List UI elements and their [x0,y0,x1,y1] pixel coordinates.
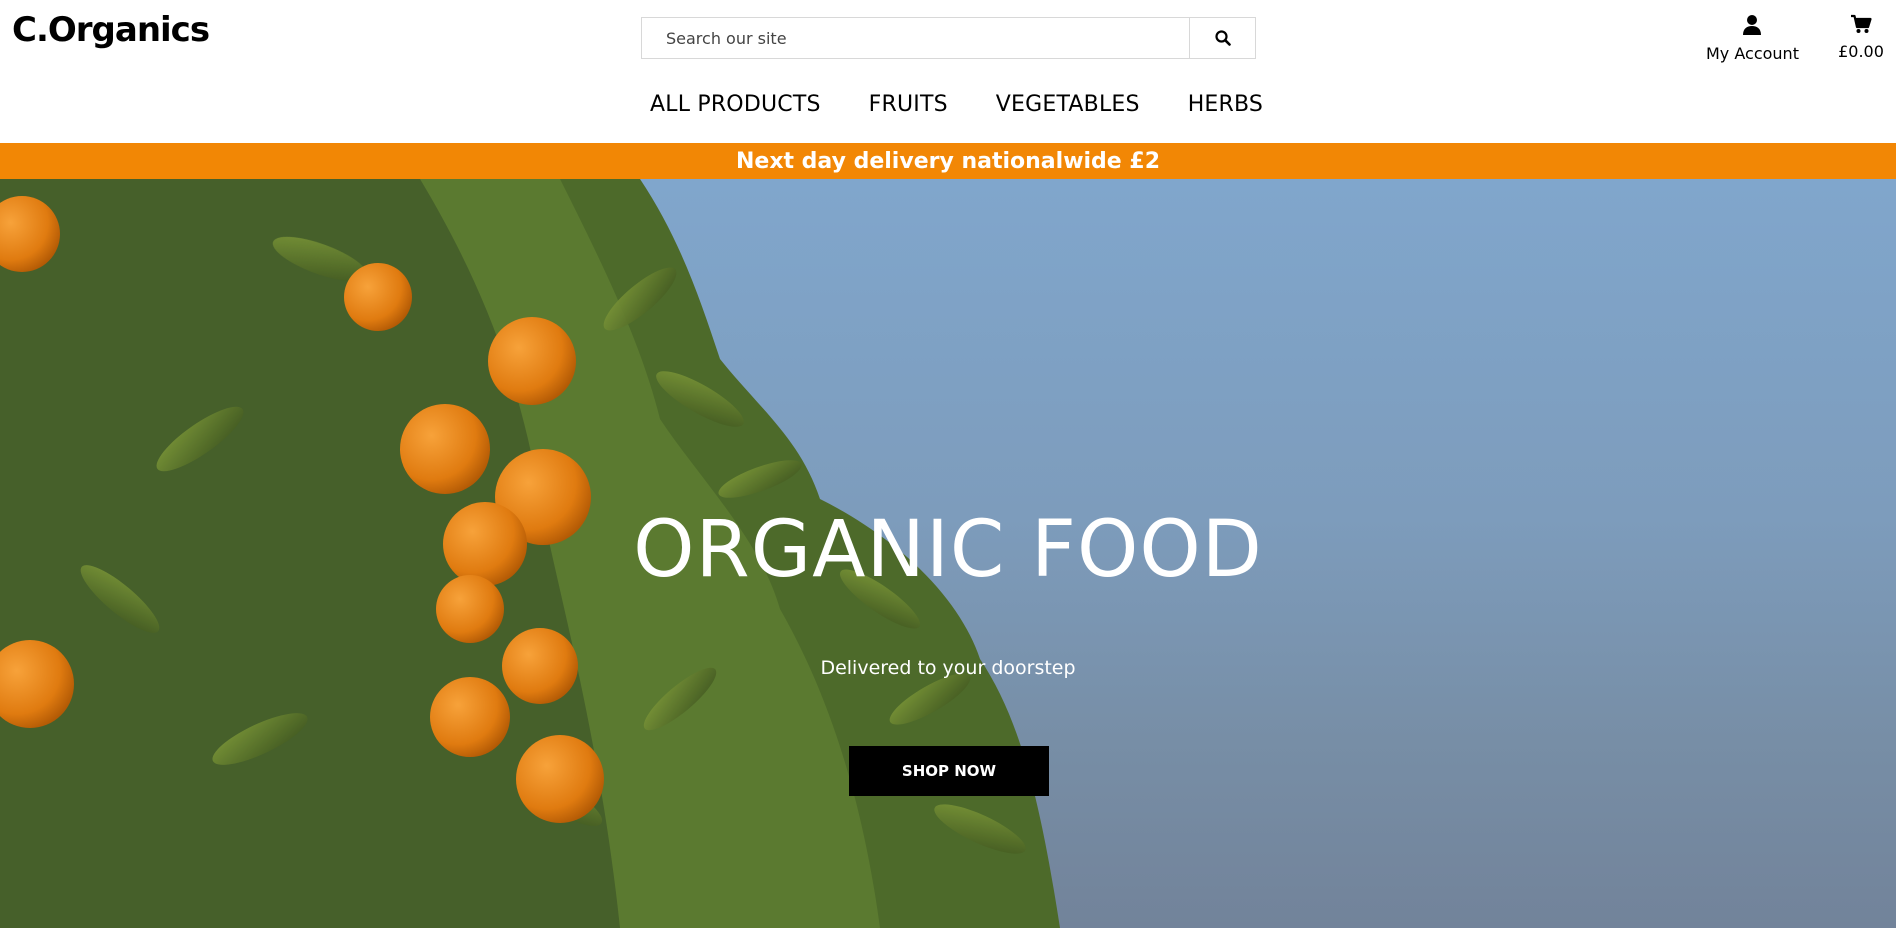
cart-link[interactable]: £0.00 [1834,14,1888,61]
my-account-link[interactable]: My Account [1706,14,1799,63]
site-header: C.Organics My Account £0.00 ALL PRODUCTS… [0,0,1896,143]
cart-total: £0.00 [1838,42,1884,61]
search-bar [641,17,1256,59]
user-icon [1743,15,1761,35]
search-input[interactable] [642,18,1189,58]
main-nav: ALL PRODUCTS FRUITS VEGETABLES HERBS [650,92,1263,117]
hero-section: ORGANIC FOOD Delivered to your doorstep … [0,179,1896,928]
hero-title: ORGANIC FOOD [633,505,1263,595]
shop-now-button[interactable]: SHOP NOW [849,746,1049,796]
search-button[interactable] [1189,18,1255,58]
nav-item-vegetables[interactable]: VEGETABLES [996,92,1140,117]
site-logo[interactable]: C.Organics [12,10,210,50]
search-icon [1214,30,1231,46]
nav-item-fruits[interactable]: FRUITS [869,92,948,117]
cart-icon [1851,14,1872,33]
my-account-label: My Account [1706,44,1799,63]
hero-subtitle: Delivered to your doorstep [820,657,1076,679]
nav-item-herbs[interactable]: HERBS [1188,92,1263,117]
nav-item-all-products[interactable]: ALL PRODUCTS [650,92,821,117]
delivery-banner-text: Next day delivery nationalwide £2 [735,148,1160,174]
delivery-banner: Next day delivery nationalwide £2 [0,143,1896,179]
